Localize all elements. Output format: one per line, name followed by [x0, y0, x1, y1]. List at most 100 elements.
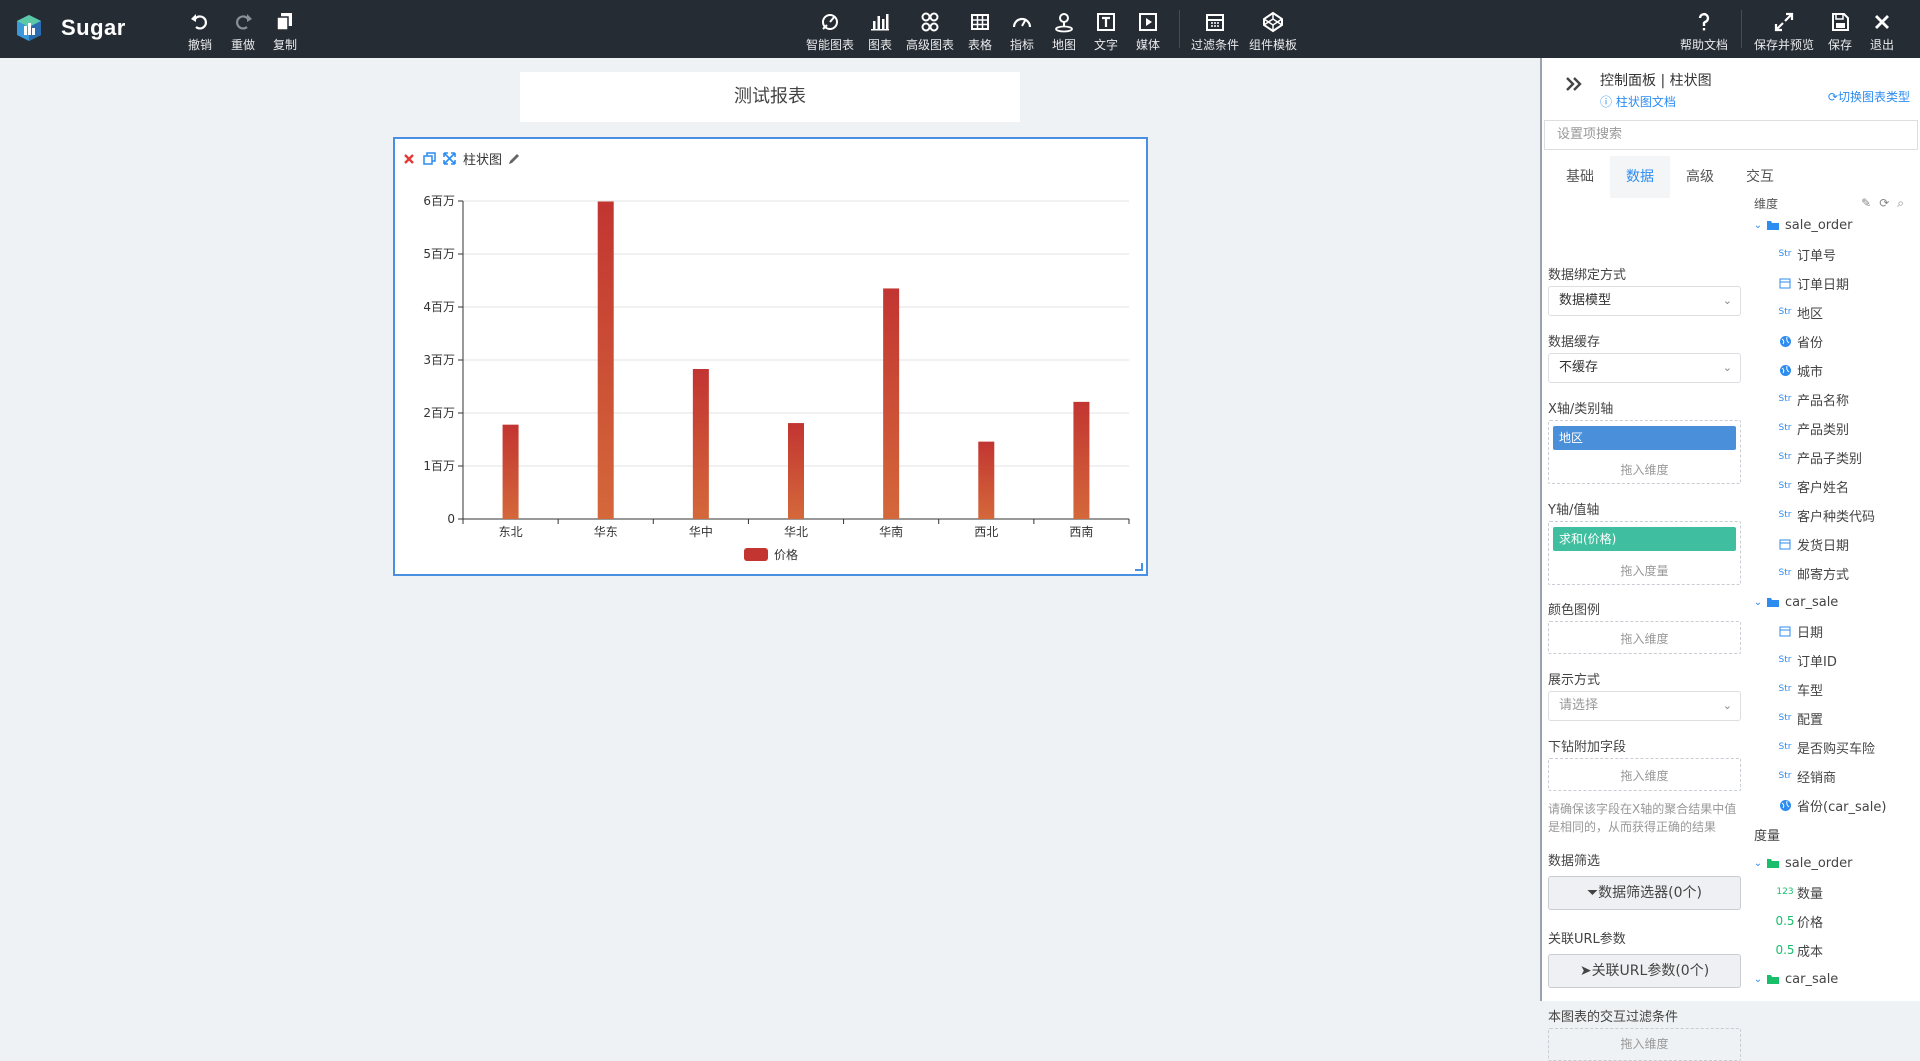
cache-select[interactable]: 不缓存 ⌄ — [1548, 353, 1741, 383]
folder-icon — [1764, 856, 1782, 870]
tree-field[interactable]: 0.5 价格 — [1752, 910, 1918, 932]
tree-group[interactable]: ⌄ car_sale — [1752, 968, 1918, 990]
tree-tools-icons[interactable]: ✎⟳⌕ — [1861, 198, 1912, 211]
string-type-icon: Str — [1778, 655, 1792, 665]
string-type-icon: Str — [1778, 510, 1792, 520]
bar-chart-widget[interactable]: 柱状图 0 1百万 2百万 3百万 4百万 5百万 6百万 东北 华东 华中 华北 华南 西北 西南 价格 — [393, 137, 1148, 576]
tree-field[interactable]: Str 订单ID — [1752, 649, 1918, 671]
copy-label: 复制 — [273, 38, 298, 52]
settings-search-input[interactable]: 设置项搜索 — [1544, 120, 1918, 150]
bar-东北 — [502, 424, 519, 519]
tree-group[interactable]: ⌄ sale_order — [1752, 214, 1918, 236]
tree-field[interactable]: Str 客户种类代码 — [1752, 504, 1918, 526]
switch-chart-type-label: 切换图表类型 — [1837, 90, 1910, 104]
x-axis-dropzone[interactable]: 地区 拖入维度 — [1548, 420, 1741, 484]
tree-field[interactable]: Str 产品子类别 — [1752, 446, 1918, 468]
chart-doc-label: 柱状图文档 — [1615, 95, 1676, 109]
tree-field[interactable]: Str 订单号 — [1752, 243, 1918, 265]
save-preview-button[interactable]: 保存并预览 — [1754, 11, 1814, 53]
map-pin-icon — [1055, 13, 1073, 33]
redo-label: 重做 — [231, 38, 256, 52]
binding-select[interactable]: 数据模型 ⌄ — [1548, 286, 1741, 316]
tree-field[interactable]: 省份 — [1752, 330, 1918, 352]
field-label: 发货日期 — [1797, 538, 1850, 554]
tree-field[interactable]: Str 车型 — [1752, 678, 1918, 700]
save-button[interactable]: 保存 — [1828, 11, 1852, 53]
table-button[interactable]: 表格 — [968, 11, 992, 53]
media-button[interactable]: 媒体 — [1136, 11, 1160, 53]
tree-group[interactable]: ⌄ sale_order — [1752, 852, 1918, 874]
undo-button[interactable]: 撤销 — [188, 11, 212, 53]
field-label: 订单日期 — [1797, 277, 1850, 293]
tree-field[interactable]: 城市 — [1752, 359, 1918, 381]
paper-plane-icon: ➤ — [1579, 963, 1592, 979]
resize-handle[interactable] — [1135, 563, 1143, 571]
tree-field[interactable]: Str 产品类别 — [1752, 417, 1918, 439]
component-template-button[interactable]: 组件模板 — [1249, 11, 1297, 53]
redo-icon — [236, 14, 252, 30]
y-axis-hint: 拖入度量 — [1620, 564, 1669, 578]
y-axis-dropzone[interactable]: 求和(价格) 拖入度量 — [1548, 521, 1741, 585]
tab-data[interactable]: 数据 — [1610, 156, 1670, 198]
url-param-button[interactable]: ➤关联URL参数(0个) — [1548, 954, 1741, 988]
field-label: 价格 — [1797, 915, 1824, 931]
field-label: 日期 — [1797, 625, 1824, 641]
tree-field[interactable]: 发货日期 — [1752, 533, 1918, 555]
tree-field[interactable]: Str 产品名称 — [1752, 388, 1918, 410]
interaction-filter-dropzone[interactable]: 拖入维度 — [1548, 1028, 1741, 1061]
bar-西北 — [978, 441, 995, 519]
tree-field[interactable]: 123 数量 — [1752, 881, 1918, 903]
tree-field[interactable]: Str 客户姓名 — [1752, 475, 1918, 497]
drill-field-hint: 拖入维度 — [1620, 769, 1669, 783]
globe-icon — [1776, 363, 1794, 377]
switch-chart-type-link[interactable]: ⟳切换图表类型 — [1828, 88, 1910, 105]
report-title[interactable]: 测试报表 — [520, 72, 1020, 122]
tree-group[interactable]: ⌄ car_sale — [1752, 591, 1918, 613]
x-tick-label: 华北 — [784, 525, 808, 539]
undo-icon — [191, 14, 207, 30]
tab-interaction[interactable]: 交互 — [1730, 156, 1790, 198]
help-doc-button[interactable]: 帮助文档 — [1680, 11, 1728, 53]
color-legend-dropzone[interactable]: 拖入维度 — [1548, 621, 1741, 654]
media-play-icon — [1139, 13, 1157, 31]
y-axis-chip[interactable]: 求和(价格) — [1553, 527, 1736, 551]
tab-advanced[interactable]: 高级 — [1670, 156, 1730, 198]
tree-field[interactable]: Str 地区 — [1752, 301, 1918, 323]
field-label: 车型 — [1797, 683, 1824, 699]
copy-button[interactable]: 复制 — [273, 11, 297, 53]
redo-button[interactable]: 重做 — [231, 11, 255, 53]
y-tick-label: 6百万 — [423, 194, 455, 208]
map-button[interactable]: 地图 — [1052, 11, 1076, 53]
advanced-chart-label: 高级图表 — [906, 38, 955, 52]
string-type-icon: Str — [1778, 771, 1792, 781]
measure-header-label: 度量 — [1754, 828, 1781, 844]
field-label: 邮寄方式 — [1797, 567, 1850, 583]
legend-label: 价格 — [774, 547, 798, 562]
collapse-panel-icon[interactable] — [1564, 74, 1584, 98]
tree-field[interactable]: Str 是否购买车险 — [1752, 736, 1918, 758]
smart-chart-button[interactable]: 智能图表 — [806, 11, 854, 53]
chart-doc-link[interactable]: ⓘ 柱状图文档 — [1600, 93, 1676, 110]
close-icon — [1875, 15, 1889, 29]
text-button[interactable]: 文字 — [1094, 11, 1118, 53]
tree-field[interactable]: 日期 — [1752, 620, 1918, 642]
tree-field[interactable]: 0.5 成本 — [1752, 939, 1918, 961]
tree-field[interactable]: 订单日期 — [1752, 272, 1918, 294]
tab-basic[interactable]: 基础 — [1550, 156, 1610, 198]
tree-field[interactable]: 省份(car_sale) — [1752, 794, 1918, 816]
string-type-icon: Str — [1778, 249, 1792, 259]
exit-button[interactable]: 退出 — [1870, 11, 1894, 53]
filter-condition-button[interactable]: 过滤条件 — [1191, 11, 1239, 53]
chevron-down-icon: ⌄ — [1753, 973, 1763, 985]
bar-chart: 0 1百万 2百万 3百万 4百万 5百万 6百万东北 华东 华中 华北 华南 西北 西南价格 — [423, 194, 1130, 562]
advanced-chart-button[interactable]: 高级图表 — [906, 11, 954, 53]
indicator-button[interactable]: 指标 — [1010, 11, 1034, 53]
data-filter-button[interactable]: ⏷数据筛选器(0个) — [1548, 876, 1741, 910]
tree-field[interactable]: Str 邮寄方式 — [1752, 562, 1918, 584]
tree-field[interactable]: Str 配置 — [1752, 707, 1918, 729]
drill-field-dropzone[interactable]: 拖入维度 — [1548, 758, 1741, 791]
tree-field[interactable]: Str 经销商 — [1752, 765, 1918, 787]
chart-button[interactable]: 图表 — [868, 11, 892, 53]
x-axis-chip[interactable]: 地区 — [1553, 426, 1736, 450]
display-mode-select[interactable]: 请选择 ⌄ — [1548, 691, 1741, 721]
